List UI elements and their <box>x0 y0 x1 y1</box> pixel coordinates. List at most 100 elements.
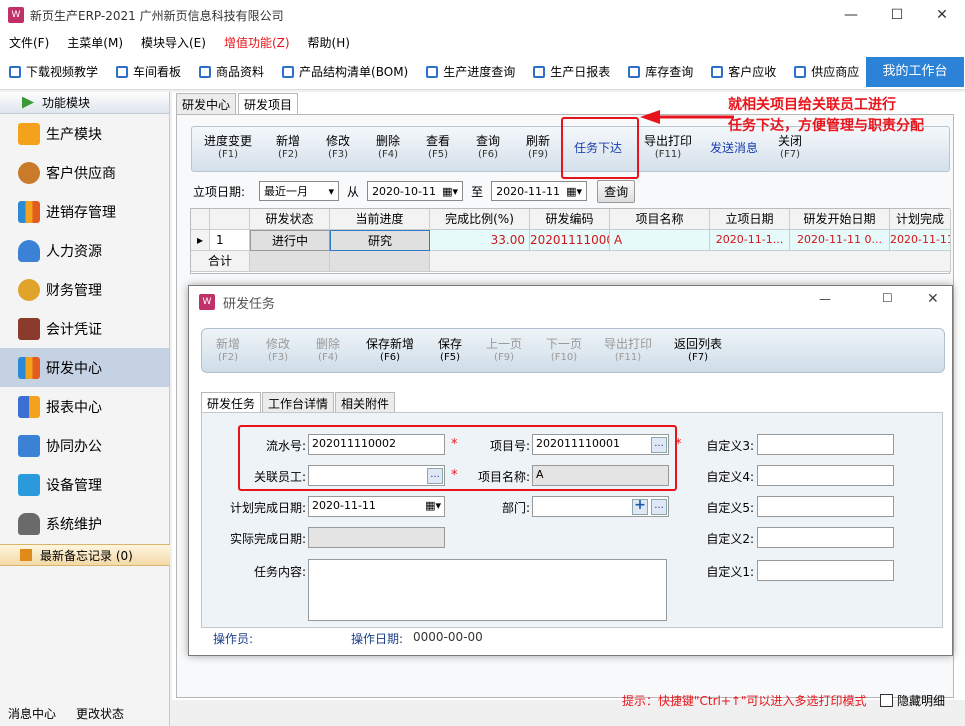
back-to-list-button[interactable]: 返回列表 (F7) <box>674 338 722 364</box>
dialog-close-button[interactable]: ✕ <box>927 291 939 307</box>
sidebar-item-office[interactable]: 协同办公 <box>0 426 169 465</box>
sidebar-item-inventory[interactable]: 进销存管理 <box>0 192 169 231</box>
save-button[interactable]: 保存 (F5) <box>438 338 462 364</box>
dialog-minimize-button[interactable]: — <box>819 292 831 306</box>
col-plan-date[interactable]: 计划完成 <box>890 209 951 230</box>
toolbar-inventory[interactable]: 库存查询 <box>628 63 693 80</box>
delete-button[interactable]: 删除 (F4) <box>376 135 400 161</box>
maximize-button[interactable]: ☐ <box>874 0 920 30</box>
toolbar-receivables[interactable]: 客户应收 <box>711 63 776 80</box>
tab-rd-project[interactable]: 研发项目 <box>238 93 299 114</box>
message-center-link[interactable]: 消息中心 <box>8 705 56 722</box>
col-rd-status[interactable]: 研发状态 <box>250 209 330 230</box>
task-assign-button[interactable]: 任务下达 <box>574 142 622 155</box>
view-button[interactable]: 查看 (F5) <box>426 135 450 161</box>
checkbox-icon <box>282 65 295 78</box>
serial-field[interactable]: 202011110002 <box>308 434 445 455</box>
from-date-picker[interactable]: 2020-10-11 ▦▾ <box>367 181 464 201</box>
hide-detail-checkbox[interactable]: 隐藏明细 <box>880 692 945 709</box>
checkbox-icon <box>711 65 724 78</box>
date-range-select[interactable]: 最近一月 ▾ <box>259 181 340 201</box>
toolbar-bom[interactable]: 产品结构清单(BOM) <box>282 63 408 80</box>
toolbar-download-video[interactable]: 下载视频教学 <box>9 63 98 80</box>
close-list-button[interactable]: 关闭 (F7) <box>778 135 802 161</box>
plan-date-picker[interactable]: 2020-11-11 ▦▾ <box>308 496 445 517</box>
sidebar-item-reports[interactable]: 报表中心 <box>0 387 169 426</box>
dialog-maximize-button[interactable]: ☐ <box>882 291 893 305</box>
toolbar-goods[interactable]: 商品资料 <box>199 63 264 80</box>
menu-help[interactable]: 帮助(H) <box>299 34 359 51</box>
menu-bar: 文件(F) 主菜单(M) 模块导入(E) 增值功能(Z) 帮助(H) <box>0 30 965 54</box>
menu-value-added[interactable]: 增值功能(Z) <box>215 34 299 51</box>
add-button[interactable]: 新增 (F2) <box>276 135 300 161</box>
task-content-textarea[interactable] <box>308 559 667 621</box>
dialog-edit-button[interactable]: 修改 (F3) <box>266 338 290 364</box>
lookup-ellipsis-icon[interactable]: ... <box>651 499 667 515</box>
employee-field[interactable] <box>308 465 445 486</box>
col-progress[interactable]: 当前进度 <box>330 209 430 230</box>
col-rd-code[interactable]: 研发编码 <box>530 209 610 230</box>
edit-button[interactable]: 修改 (F3) <box>326 135 350 161</box>
minimize-button[interactable]: — <box>828 0 874 30</box>
col-setup-date[interactable]: 立项日期 <box>710 209 790 230</box>
dialog-add-button[interactable]: 新增 (F2) <box>216 338 240 364</box>
tab-attachments[interactable]: 相关附件 <box>335 392 396 414</box>
close-button[interactable]: ✕ <box>919 0 965 30</box>
bar-chart-icon <box>18 200 40 223</box>
custom5-field[interactable] <box>757 496 894 517</box>
sidebar-item-rd-center[interactable]: 研发中心 <box>0 348 169 387</box>
dialog-delete-button[interactable]: 删除 (F4) <box>316 338 340 364</box>
add-plus-icon[interactable]: + <box>632 498 648 515</box>
query-button[interactable]: 查询 (F6) <box>476 135 500 161</box>
col-project-name[interactable]: 项目名称 <box>610 209 710 230</box>
custom4-field[interactable] <box>757 465 894 486</box>
custom2-field[interactable] <box>757 527 894 548</box>
save-and-add-button[interactable]: 保存新增 (F6) <box>366 338 414 364</box>
memo-records-bar[interactable]: 最新备忘记录 (0) <box>0 544 170 566</box>
col-completion[interactable]: 完成比例(%) <box>430 209 530 230</box>
custom1-field[interactable] <box>757 560 894 581</box>
actual-date-field <box>308 527 445 548</box>
menu-main[interactable]: 主菜单(M) <box>58 34 132 51</box>
refresh-button[interactable]: 刷新 (F9) <box>526 135 550 161</box>
change-status-link[interactable]: 更改状态 <box>76 705 124 722</box>
send-message-button[interactable]: 发送消息 <box>710 142 758 155</box>
sidebar-item-voucher[interactable]: 会计凭证 <box>0 309 169 348</box>
menu-module-import[interactable]: 模块导入(E) <box>132 34 215 51</box>
menu-file[interactable]: 文件(F) <box>0 34 58 51</box>
dialog-export-print-button[interactable]: 导出打印 (F11) <box>604 338 652 364</box>
col-start-date[interactable]: 研发开始日期 <box>790 209 890 230</box>
checkbox-icon <box>533 65 546 78</box>
toolbar-workshop-board[interactable]: 车间看板 <box>116 63 181 80</box>
toolbar-supplier[interactable]: 供应商应 <box>794 63 859 80</box>
sidebar-item-system[interactable]: 系统维护 <box>0 504 169 543</box>
sidebar-item-finance[interactable]: 财务管理 <box>0 270 169 309</box>
export-print-button[interactable]: 导出打印 (F11) <box>644 135 692 161</box>
ledger-icon <box>18 317 40 340</box>
table-row[interactable]: ▸ 1 进行中 研究 33.00 202011110001 A 2020-11-… <box>191 230 951 251</box>
lookup-ellipsis-icon[interactable]: ... <box>427 468 443 484</box>
sidebar-item-customer-supplier[interactable]: 客户供应商 <box>0 153 169 192</box>
toolbar-production-progress[interactable]: 生产进度查询 <box>426 63 515 80</box>
progress-change-button[interactable]: 进度变更 (F1) <box>204 135 252 161</box>
sidebar-item-hr[interactable]: 人力资源 <box>0 231 169 270</box>
my-workbench-button[interactable]: 我的工作台 <box>866 57 964 87</box>
sidebar-item-equipment[interactable]: 设备管理 <box>0 465 169 504</box>
sidebar-item-production[interactable]: 生产模块 <box>0 114 169 153</box>
lookup-ellipsis-icon[interactable]: ... <box>651 437 667 453</box>
tab-rd-center[interactable]: 研发中心 <box>176 93 237 114</box>
dept-field[interactable] <box>532 496 669 517</box>
calendar-dropdown-icon: ▦▾ <box>566 184 583 198</box>
next-page-button[interactable]: 下一页 (F10) <box>546 338 582 364</box>
tab-rd-task[interactable]: 研发任务 <box>201 392 262 413</box>
filter-query-button[interactable]: 查询 <box>597 179 636 203</box>
dialog-title: 研发任务 <box>223 296 276 312</box>
custom3-field[interactable] <box>757 434 894 455</box>
tab-workbench-detail[interactable]: 工作台详情 <box>262 392 335 414</box>
to-date-picker[interactable]: 2020-11-11 ▦▾ <box>491 181 588 201</box>
prev-page-button[interactable]: 上一页 (F9) <box>486 338 522 364</box>
toolbar-daily-report[interactable]: 生产日报表 <box>533 63 610 80</box>
project-no-field[interactable]: 202011110001 <box>532 434 669 455</box>
checkbox-icon <box>426 65 439 78</box>
operator-label: 操作员: <box>213 632 254 646</box>
